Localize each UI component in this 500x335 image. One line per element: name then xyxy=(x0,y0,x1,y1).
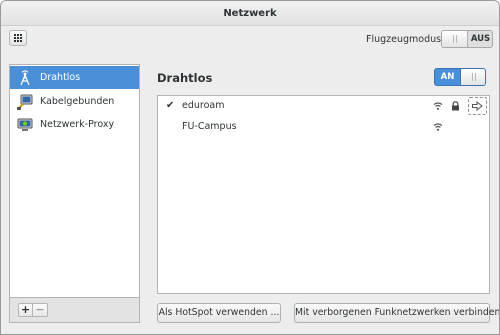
connected-check-icon: ✔ xyxy=(166,100,175,111)
network-name: FU-Campus xyxy=(182,121,237,132)
network-list: ✔ eduroam FU-Campus xyxy=(157,95,490,294)
network-row-fu-campus[interactable]: FU-Campus xyxy=(158,117,489,138)
wifi-signal-icon xyxy=(433,101,443,114)
sidebar-toolbar: + − xyxy=(9,298,140,323)
page-title: Drahtlos xyxy=(157,71,213,85)
switch-knob[interactable] xyxy=(442,31,468,47)
network-settings-window: Netzwerk Flugzeugmodus AUS Drahtlos Kabe… xyxy=(0,0,500,335)
arrow-right-icon xyxy=(472,101,483,111)
add-connection-button[interactable]: + xyxy=(18,303,33,317)
wireless-tower-icon xyxy=(17,69,33,86)
network-name: eduroam xyxy=(182,100,225,111)
network-options-button[interactable] xyxy=(468,97,487,115)
hotspot-button[interactable]: Als HotSpot verwenden ... xyxy=(157,303,281,323)
sidebar-item-label: Drahtlos xyxy=(40,72,81,83)
network-row-eduroam[interactable]: ✔ eduroam xyxy=(158,96,489,117)
sidebar-item-wired[interactable]: Kabelgebunden xyxy=(10,90,139,113)
lock-icon xyxy=(451,101,460,114)
airplane-mode-state: AUS xyxy=(470,34,491,44)
network-proxy-icon xyxy=(17,117,33,133)
sidebar-item-wireless[interactable]: Drahtlos xyxy=(10,66,139,89)
connect-hidden-network-button[interactable]: Mit verborgenen Funknetzwerken verbinden xyxy=(294,303,499,323)
switch-knob[interactable] xyxy=(460,69,485,85)
airplane-mode-label: Flugzeugmodus xyxy=(366,34,442,45)
wifi-signal-icon xyxy=(433,122,443,135)
wired-network-icon xyxy=(17,94,33,110)
sidebar-item-label: Netzwerk-Proxy xyxy=(40,119,115,130)
grid-icon xyxy=(14,34,22,42)
network-type-sidebar: Drahtlos Kabelgebunden Netzwerk-Proxy xyxy=(9,64,140,298)
airplane-mode-switch[interactable]: AUS xyxy=(441,30,493,48)
sidebar-item-label: Kabelgebunden xyxy=(40,96,115,107)
remove-connection-button[interactable]: − xyxy=(33,303,48,317)
window-title: Netzwerk xyxy=(1,1,499,26)
wifi-switch[interactable]: AN xyxy=(434,68,486,86)
sidebar-item-proxy[interactable]: Netzwerk-Proxy xyxy=(10,113,139,136)
wifi-state: AN xyxy=(440,72,455,82)
all-settings-button[interactable] xyxy=(9,30,27,46)
